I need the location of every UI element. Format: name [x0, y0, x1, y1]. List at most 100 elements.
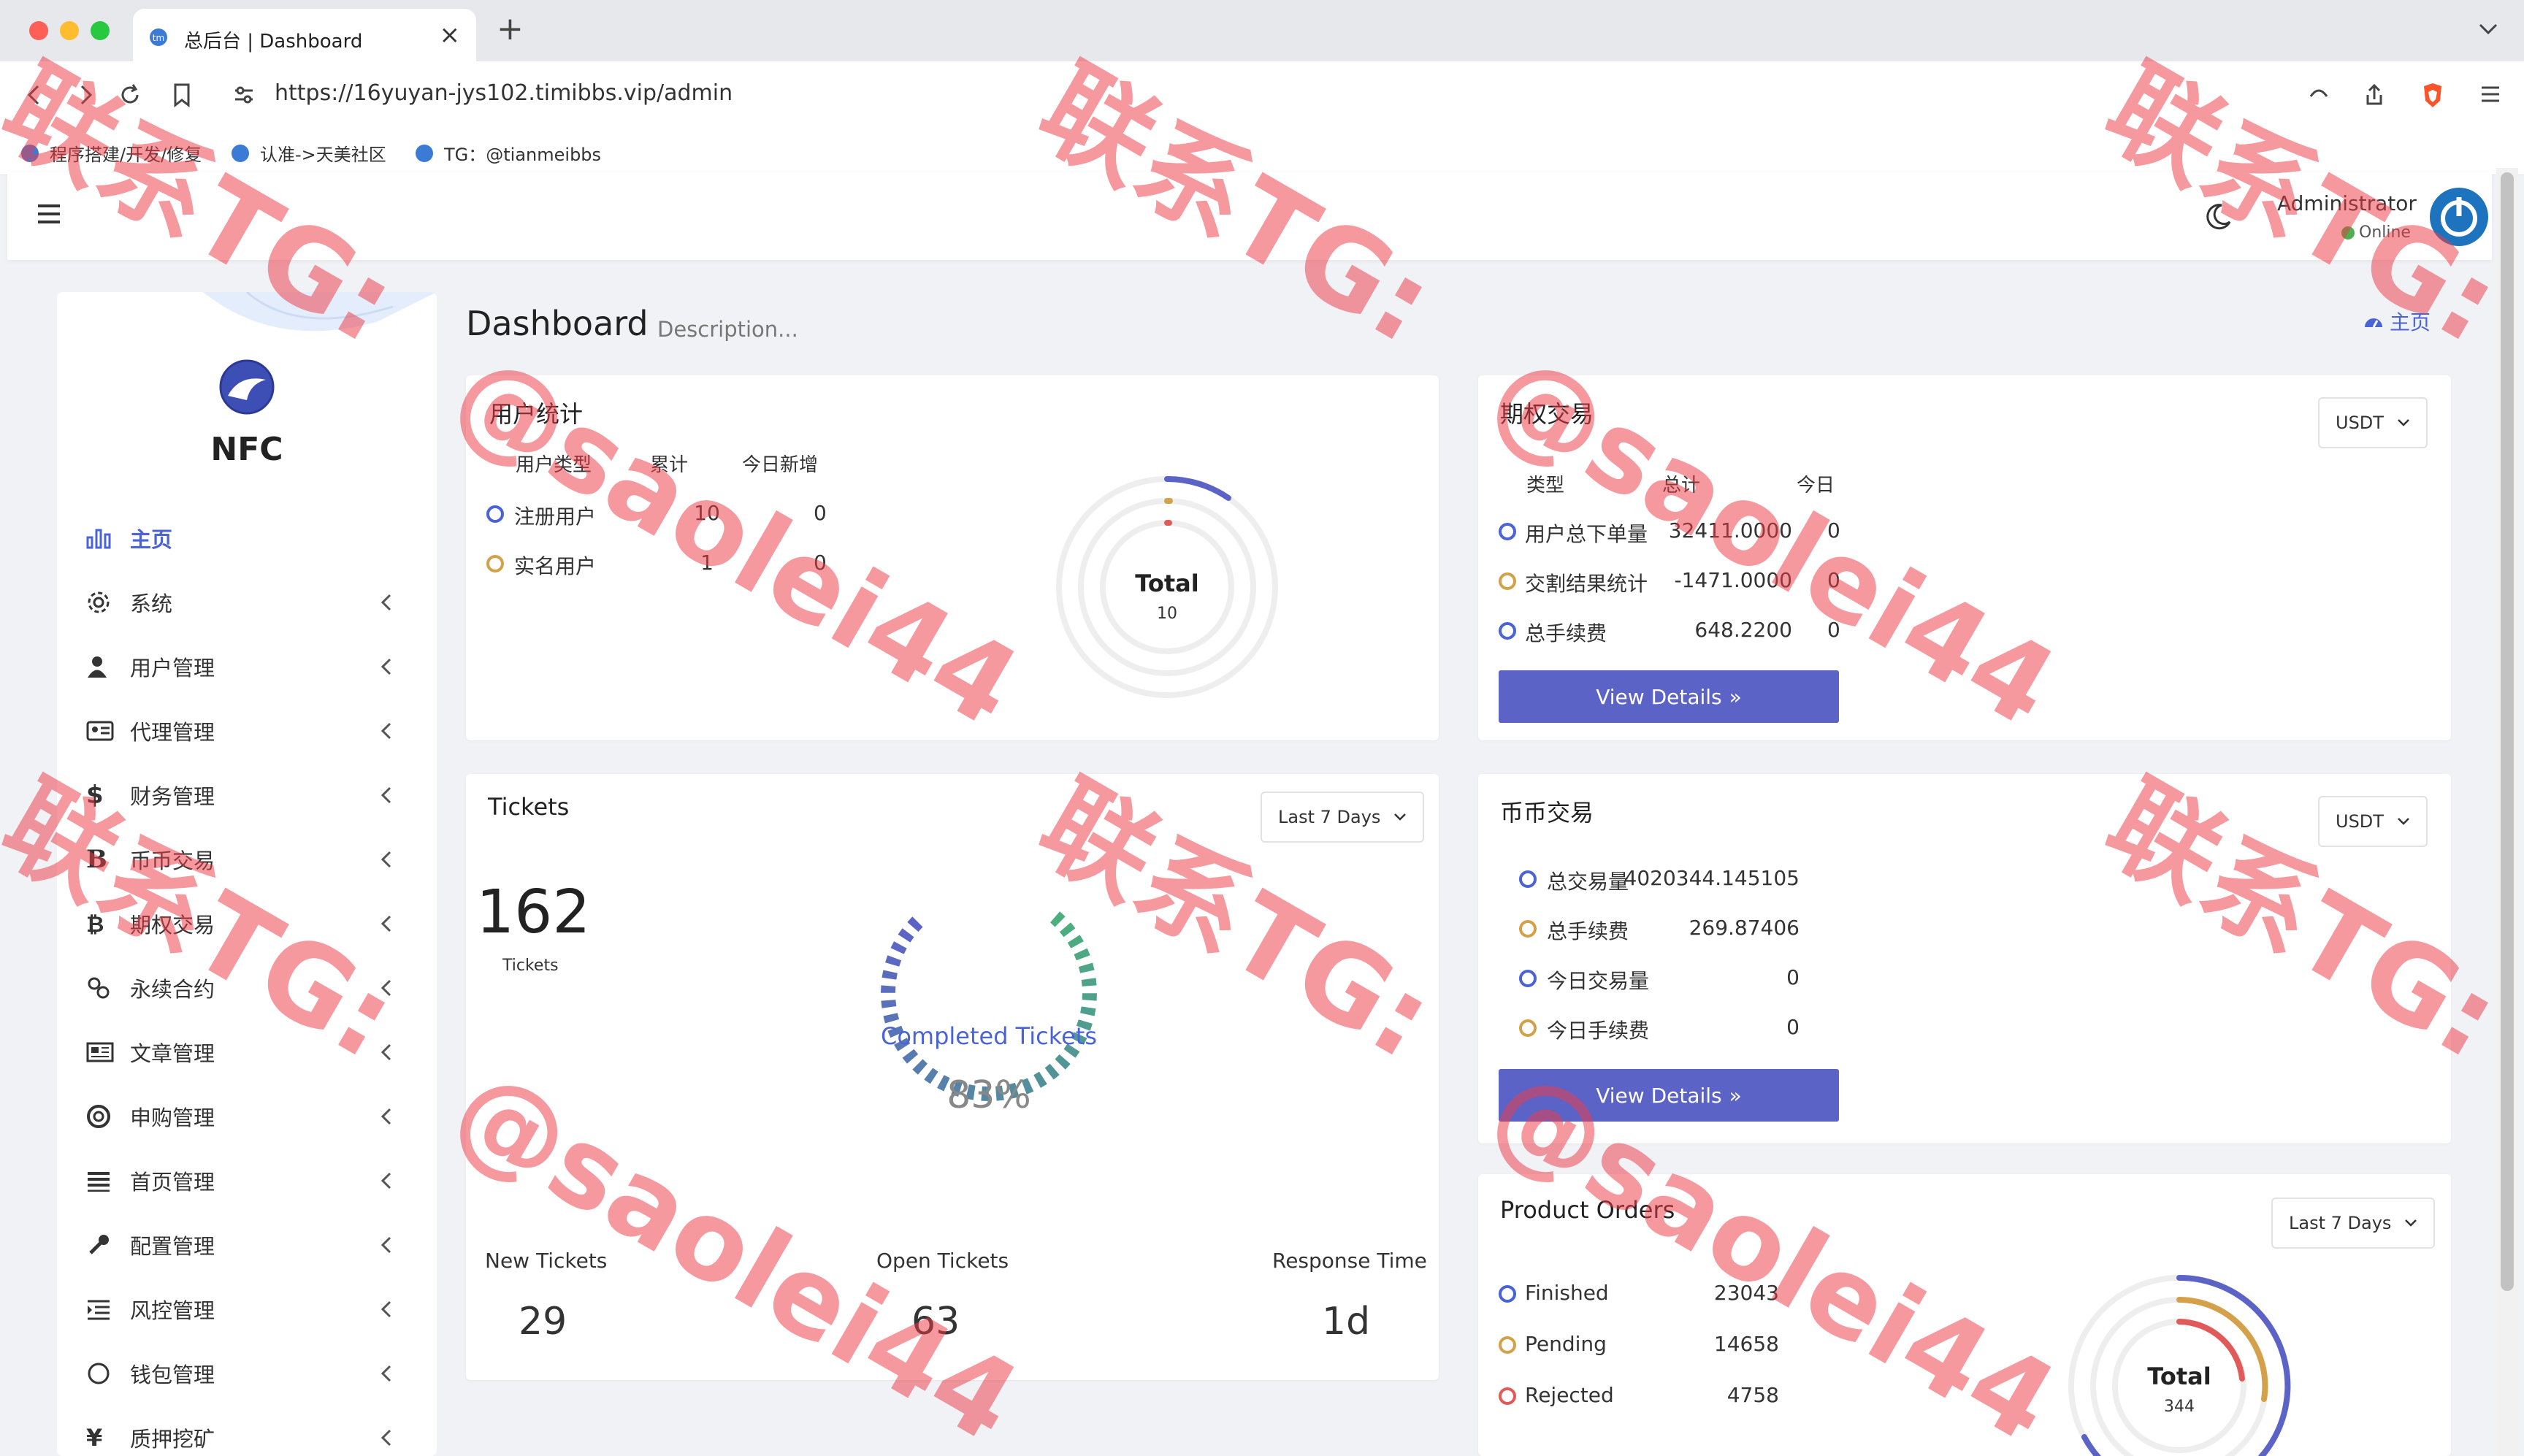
breadcrumb-home-link[interactable]: 主页: [2363, 307, 2431, 336]
user-total-value: 1: [700, 551, 714, 575]
minimize-window-button[interactable]: [60, 21, 79, 40]
bookmark-icon[interactable]: [171, 82, 193, 108]
gauge-segment: [1081, 978, 1097, 986]
sidebar-item-label: 钱包管理: [130, 1363, 215, 1387]
donut-total-label: Total: [2147, 1363, 2211, 1390]
sidebar-item[interactable]: $ 财务管理: [86, 771, 422, 819]
site-favicon-icon: [232, 144, 249, 162]
nfc-logo-icon: [218, 358, 276, 416]
chevron-left-icon: [380, 850, 393, 869]
orders-row-value: 23043: [1713, 1281, 1779, 1305]
open-tickets-label: Open Tickets: [876, 1249, 1009, 1273]
site-settings-icon[interactable]: [232, 83, 256, 107]
coin-currency-select[interactable]: USDT: [2318, 796, 2428, 847]
user-stats-header: 累计: [650, 454, 689, 476]
gauge-segment: [885, 955, 902, 967]
dark-mode-moon-icon[interactable]: [2203, 202, 2233, 232]
sidebar-item[interactable]: ₿ 期权交易: [86, 900, 422, 948]
sidebar-item[interactable]: ¥ 质押挖矿: [86, 1414, 422, 1456]
sidebar-item-label: 首页管理: [130, 1170, 215, 1195]
user-stats-header: 今日新增: [742, 454, 819, 476]
avatar[interactable]: [2429, 187, 2489, 247]
coin-row-value: 0: [1786, 965, 1800, 989]
close-window-button[interactable]: [29, 21, 48, 40]
options-row-today: 0: [1827, 618, 1840, 642]
sidebar-item[interactable]: 系统: [86, 578, 422, 627]
new-tab-button[interactable]: +: [497, 10, 524, 47]
options-header: 今日: [1797, 475, 1835, 497]
browser-tab[interactable]: tm 总后台 | Dashboard ×: [133, 9, 476, 61]
tickets-range-select[interactable]: Last 7 Days: [1261, 792, 1425, 843]
donut-total-label: Total: [1135, 570, 1199, 597]
sidebar-item[interactable]: 文章管理: [86, 1028, 422, 1076]
options-currency-select[interactable]: USDT: [2318, 397, 2428, 448]
hamburger-menu-icon[interactable]: [37, 203, 61, 225]
view-details-label: View Details: [1596, 1083, 1722, 1108]
gauge-segment: [902, 1049, 919, 1064]
options-row-total: 648.2200: [1694, 618, 1792, 642]
user-icon: [86, 655, 130, 678]
tab-title: 总后台 | Dashboard: [184, 31, 363, 53]
user-total-value: 10: [694, 501, 720, 525]
extension-icon[interactable]: [2308, 82, 2330, 108]
bookmark-item[interactable]: 程序搭建/开发/修复: [20, 140, 202, 166]
page-description: Description...: [657, 317, 798, 342]
brand-name: NFC: [210, 431, 283, 468]
chevron-left-icon: [380, 1235, 393, 1254]
options-header: 类型: [1526, 475, 1565, 497]
browser-menu-icon[interactable]: [2479, 82, 2502, 107]
sidebar-item[interactable]: 配置管理: [86, 1221, 422, 1269]
coin-currency-value: USDT: [2336, 811, 2384, 832]
bookmark-item[interactable]: 认准->天美社区: [231, 140, 386, 166]
brave-shield-icon[interactable]: [2420, 82, 2445, 110]
bookmark-item[interactable]: TG：@tianmeibbs: [415, 140, 601, 166]
circle-icon: [86, 1361, 130, 1386]
tickets-count-label: Tickets: [502, 957, 559, 975]
chevron-left-icon: [380, 1300, 393, 1319]
options-view-details-button[interactable]: View Details »: [1499, 670, 1839, 723]
sidebar-item-label: 申购管理: [130, 1106, 215, 1130]
link-icon: [86, 976, 130, 1000]
gauge-segment: [1078, 962, 1095, 973]
tickets-count: 162: [476, 878, 591, 947]
gauge-segment: [881, 1000, 897, 1008]
user-today-value: 0: [814, 551, 827, 575]
options-currency-value: USDT: [2336, 413, 2384, 433]
coin-row-value: 0: [1786, 1015, 1800, 1039]
gauge-segment: [881, 985, 896, 993]
coin-view-details-button[interactable]: View Details »: [1499, 1069, 1839, 1122]
sidebar-item[interactable]: 永续合约: [86, 964, 422, 1012]
new-tickets-value: 29: [519, 1300, 567, 1344]
site-favicon-icon: [416, 144, 433, 162]
share-icon[interactable]: [2362, 82, 2387, 108]
wrench-icon: [86, 1233, 130, 1257]
tab-list-chevron-icon[interactable]: [2476, 16, 2501, 41]
forward-arrow-icon[interactable]: [73, 82, 98, 108]
sidebar-item[interactable]: 钱包管理: [86, 1349, 422, 1398]
gear-icon: [86, 590, 130, 615]
zoom-window-button[interactable]: [91, 21, 110, 40]
chevron-left-icon: [380, 1107, 393, 1126]
product-orders-range-select[interactable]: Last 7 Days: [2271, 1198, 2436, 1249]
sidebar-item[interactable]: 主页: [86, 514, 422, 562]
reload-icon[interactable]: [117, 82, 143, 108]
sidebar: NFC 主页系统用户管理代理管理 $ 财务管理 B 币币交易 ₿ 期权交易永续合约文章管理申…: [57, 292, 437, 1456]
gauge-segment: [907, 916, 923, 932]
url-field[interactable]: https://16yuyan-jys102.timibbs.vip/admin: [275, 80, 733, 106]
bookmarks-bar: 程序搭建/开发/修复 认准->天美社区 TG：@tianmeibbs: [0, 129, 2524, 175]
sidebar-item[interactable]: 风控管理: [86, 1285, 422, 1333]
chevron-left-icon: [380, 1364, 393, 1383]
scrollbar-thumb[interactable]: [2501, 172, 2514, 1291]
sidebar-item[interactable]: B 币币交易: [86, 835, 422, 884]
sidebar-item[interactable]: 首页管理: [86, 1157, 422, 1205]
bitcoin-icon: ₿: [86, 912, 104, 938]
options-row-total: -1471.0000: [1674, 568, 1792, 592]
sidebar-item-label: 财务管理: [130, 784, 215, 809]
sidebar-item[interactable]: 代理管理: [86, 707, 422, 755]
back-arrow-icon[interactable]: [22, 82, 47, 108]
open-tickets-value: 63: [911, 1300, 960, 1344]
sidebar-item[interactable]: 申购管理: [86, 1092, 422, 1141]
view-details-label: View Details: [1596, 684, 1722, 709]
tab-close-icon[interactable]: ×: [440, 20, 461, 50]
sidebar-item[interactable]: 用户管理: [86, 643, 422, 691]
